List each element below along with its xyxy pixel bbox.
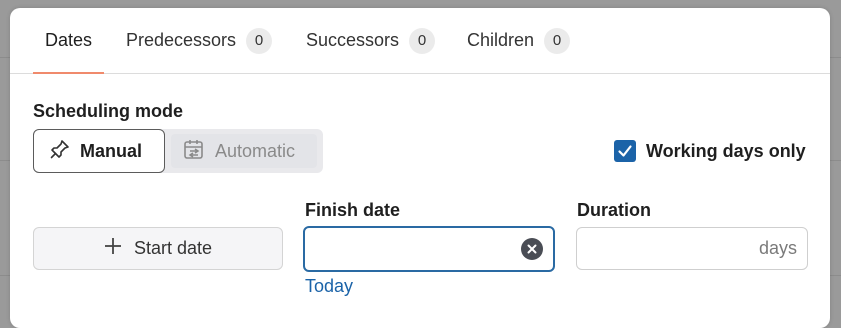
today-link[interactable]: Today <box>305 276 353 297</box>
add-start-date-button[interactable]: Start date <box>33 227 283 270</box>
tab-dates[interactable]: Dates <box>33 8 105 74</box>
active-tab-underline <box>33 72 105 74</box>
duration-unit: days <box>758 238 797 258</box>
tab-children-label: Children <box>467 30 535 50</box>
duration-input[interactable]: days <box>576 227 808 270</box>
tab-successors-label: Successors <box>306 30 400 50</box>
automatic-mode-button[interactable]: Automatic <box>171 134 317 168</box>
tab-dates-label: Dates <box>45 30 93 50</box>
scheduling-mode-toggle: Manual Automatic <box>33 129 323 173</box>
finish-date-label: Finish date <box>305 200 401 220</box>
working-days-checkbox[interactable] <box>614 140 636 162</box>
start-date-button-label: Start date <box>133 238 213 258</box>
manual-mode-label: Manual <box>80 140 143 161</box>
working-days-label: Working days only <box>646 140 806 161</box>
clear-finish-date-button[interactable] <box>521 238 543 260</box>
plus-icon <box>104 237 122 260</box>
close-icon <box>527 244 537 254</box>
duration-label: Duration <box>577 200 651 220</box>
work-package-dates-modal: Dates Predecessors 0 Successors 0 Childr… <box>10 8 830 328</box>
tab-predecessors[interactable]: Predecessors 0 <box>126 8 273 73</box>
children-count-badge: 0 <box>544 27 571 54</box>
calendar-sync-icon <box>183 138 205 165</box>
tab-bar: Dates Predecessors 0 Successors 0 Childr… <box>10 8 830 74</box>
working-days-only-toggle[interactable]: Working days only <box>614 140 806 162</box>
finish-date-input[interactable] <box>303 226 555 272</box>
automatic-mode-label: Automatic <box>215 140 296 161</box>
scheduling-mode-label: Scheduling mode <box>33 101 184 121</box>
manual-mode-button[interactable]: Manual <box>33 129 165 173</box>
pin-icon <box>50 139 70 164</box>
successors-count-badge: 0 <box>409 27 436 54</box>
tab-successors[interactable]: Successors 0 <box>306 8 436 73</box>
tab-predecessors-label: Predecessors <box>126 30 237 50</box>
tab-children[interactable]: Children 0 <box>467 8 571 73</box>
predecessors-count-badge: 0 <box>246 27 273 54</box>
checkmark-icon <box>618 145 632 157</box>
